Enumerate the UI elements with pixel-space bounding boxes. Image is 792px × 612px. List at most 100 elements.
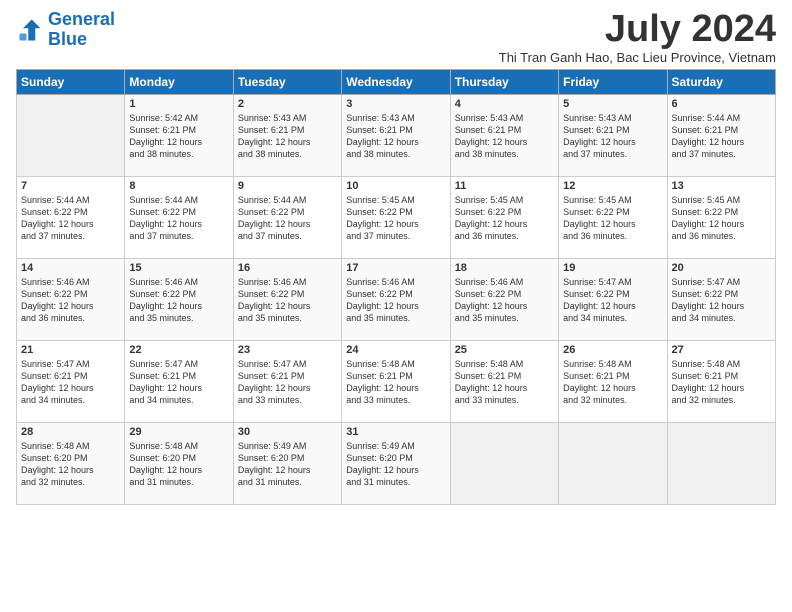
col-monday: Monday [125, 70, 233, 95]
day-number: 4 [455, 98, 554, 110]
day-number: 28 [21, 426, 120, 438]
title-block: July 2024 Thi Tran Ganh Hao, Bac Lieu Pr… [499, 10, 776, 65]
day-cell: 28 Sunrise: 5:48 AM Sunset: 6:20 PM Dayli… [17, 423, 125, 505]
day-info: Sunrise: 5:47 AM Sunset: 6:21 PM Dayligh… [129, 358, 228, 407]
day-info: Sunrise: 5:48 AM Sunset: 6:20 PM Dayligh… [21, 440, 120, 489]
day-cell: 30Sunrise: 5:49 AM Sunset: 6:20 PM Dayli… [233, 423, 341, 505]
day-info: Sunrise: 5:43 AM Sunset: 6:21 PM Dayligh… [238, 112, 337, 161]
day-number: 3 [346, 98, 445, 110]
logo-line2: Blue [48, 29, 87, 49]
day-number: 30 [238, 426, 337, 438]
day-number: 6 [672, 98, 771, 110]
day-cell: 23 Sunrise: 5:47 AM Sunset: 6:21 PM Dayli… [233, 341, 341, 423]
day-cell: 17Sunrise: 5:46 AM Sunset: 6:22 PM Dayli… [342, 259, 450, 341]
day-number: 12 [563, 180, 662, 192]
day-cell [667, 423, 775, 505]
day-number: 25 [455, 344, 554, 356]
day-info: Sunrise: 5:47 AM Sunset: 6:21 PM Dayligh… [238, 358, 337, 407]
day-number: 10 [346, 180, 445, 192]
day-cell: 21Sunrise: 5:47 AM Sunset: 6:21 PM Dayli… [17, 341, 125, 423]
day-number: 13 [672, 180, 771, 192]
day-info: Sunrise: 5:48 AM Sunset: 6:21 PM Dayligh… [455, 358, 554, 407]
week-row-5: 28 Sunrise: 5:48 AM Sunset: 6:20 PM Dayli… [17, 423, 776, 505]
day-info: Sunrise: 5:44 AM Sunset: 6:21 PM Dayligh… [672, 112, 771, 161]
day-cell: 20Sunrise: 5:47 AM Sunset: 6:22 PM Dayli… [667, 259, 775, 341]
logo: General Blue [16, 10, 115, 50]
day-cell: 25 Sunrise: 5:48 AM Sunset: 6:21 PM Dayli… [450, 341, 558, 423]
day-info: Sunrise: 5:48 AM Sunset: 6:20 PM Dayligh… [129, 440, 228, 489]
day-number: 11 [455, 180, 554, 192]
day-cell: 4 Sunrise: 5:43 AM Sunset: 6:21 PM Daylig… [450, 95, 558, 177]
day-number: 26 [563, 344, 662, 356]
week-row-3: 14Sunrise: 5:46 AM Sunset: 6:22 PM Dayli… [17, 259, 776, 341]
col-saturday: Saturday [667, 70, 775, 95]
day-cell: 16 Sunrise: 5:46 AM Sunset: 6:22 PM Dayli… [233, 259, 341, 341]
day-number: 31 [346, 426, 445, 438]
page: General Blue July 2024 Thi Tran Ganh Hao… [0, 0, 792, 612]
day-number: 5 [563, 98, 662, 110]
day-info: Sunrise: 5:48 AM Sunset: 6:21 PM Dayligh… [563, 358, 662, 407]
day-cell: 15 Sunrise: 5:46 AM Sunset: 6:22 PM Dayli… [125, 259, 233, 341]
day-cell [559, 423, 667, 505]
day-number: 22 [129, 344, 228, 356]
day-cell: 1 Sunrise: 5:42 AM Sunset: 6:21 PM Daylig… [125, 95, 233, 177]
logo-icon [16, 16, 44, 44]
day-cell: 13 Sunrise: 5:45 AM Sunset: 6:22 PM Dayli… [667, 177, 775, 259]
calendar-subtitle: Thi Tran Ganh Hao, Bac Lieu Province, Vi… [499, 50, 776, 65]
day-number: 2 [238, 98, 337, 110]
day-cell [17, 95, 125, 177]
week-row-1: 1 Sunrise: 5:42 AM Sunset: 6:21 PM Daylig… [17, 95, 776, 177]
day-number: 16 [238, 262, 337, 274]
col-wednesday: Wednesday [342, 70, 450, 95]
day-cell: 10Sunrise: 5:45 AM Sunset: 6:22 PM Dayli… [342, 177, 450, 259]
day-cell: 22 Sunrise: 5:47 AM Sunset: 6:21 PM Dayli… [125, 341, 233, 423]
day-info: Sunrise: 5:45 AM Sunset: 6:22 PM Dayligh… [672, 194, 771, 243]
calendar-title: July 2024 [499, 10, 776, 48]
header-row: Sunday Monday Tuesday Wednesday Thursday… [17, 70, 776, 95]
col-friday: Friday [559, 70, 667, 95]
day-cell: 9Sunrise: 5:44 AM Sunset: 6:22 PM Daylig… [233, 177, 341, 259]
day-cell: 19Sunrise: 5:47 AM Sunset: 6:22 PM Dayli… [559, 259, 667, 341]
day-cell: 5 Sunrise: 5:43 AM Sunset: 6:21 PM Daylig… [559, 95, 667, 177]
day-cell: 8Sunrise: 5:44 AM Sunset: 6:22 PM Daylig… [125, 177, 233, 259]
day-info: Sunrise: 5:47 AM Sunset: 6:22 PM Dayligh… [672, 276, 771, 325]
day-cell: 14Sunrise: 5:46 AM Sunset: 6:22 PM Dayli… [17, 259, 125, 341]
day-cell: 2 Sunrise: 5:43 AM Sunset: 6:21 PM Daylig… [233, 95, 341, 177]
day-cell: 24Sunrise: 5:48 AM Sunset: 6:21 PM Dayli… [342, 341, 450, 423]
day-number: 1 [129, 98, 228, 110]
day-info: Sunrise: 5:45 AM Sunset: 6:22 PM Dayligh… [563, 194, 662, 243]
day-info: Sunrise: 5:43 AM Sunset: 6:21 PM Dayligh… [346, 112, 445, 161]
day-cell [450, 423, 558, 505]
day-info: Sunrise: 5:48 AM Sunset: 6:21 PM Dayligh… [672, 358, 771, 407]
day-info: Sunrise: 5:46 AM Sunset: 6:22 PM Dayligh… [238, 276, 337, 325]
day-cell: 7Sunrise: 5:44 AM Sunset: 6:22 PM Daylig… [17, 177, 125, 259]
week-row-4: 21 Sunrise: 5:47 AM Sunset: 6:21 PM Dayli… [17, 341, 776, 423]
calendar-table: Sunday Monday Tuesday Wednesday Thursday… [16, 69, 776, 505]
col-thursday: Thursday [450, 70, 558, 95]
day-number: 7 [21, 180, 120, 192]
day-cell: 27Sunrise: 5:48 AM Sunset: 6:21 PM Dayli… [667, 341, 775, 423]
header: General Blue July 2024 Thi Tran Ganh Hao… [16, 10, 776, 65]
day-number: 24 [346, 344, 445, 356]
day-info: Sunrise: 5:49 AM Sunset: 6:20 PM Dayligh… [346, 440, 445, 489]
col-tuesday: Tuesday [233, 70, 341, 95]
day-info: Sunrise: 5:46 AM Sunset: 6:22 PM Dayligh… [455, 276, 554, 325]
day-info: Sunrise: 5:46 AM Sunset: 6:22 PM Dayligh… [129, 276, 228, 325]
day-cell: 6 Sunrise: 5:44 AM Sunset: 6:21 PM Daylig… [667, 95, 775, 177]
day-number: 21 [21, 344, 120, 356]
logo-line1: General [48, 9, 115, 29]
day-info: Sunrise: 5:45 AM Sunset: 6:22 PM Dayligh… [455, 194, 554, 243]
week-row-2: 7 Sunrise: 5:44 AM Sunset: 6:22 PM Daylig… [17, 177, 776, 259]
day-number: 18 [455, 262, 554, 274]
day-info: Sunrise: 5:44 AM Sunset: 6:22 PM Dayligh… [238, 194, 337, 243]
day-info: Sunrise: 5:43 AM Sunset: 6:21 PM Dayligh… [455, 112, 554, 161]
day-info: Sunrise: 5:42 AM Sunset: 6:21 PM Dayligh… [129, 112, 228, 161]
day-number: 23 [238, 344, 337, 356]
day-number: 8 [129, 180, 228, 192]
day-number: 29 [129, 426, 228, 438]
day-number: 15 [129, 262, 228, 274]
day-cell: 11 Sunrise: 5:45 AM Sunset: 6:22 PM Dayli… [450, 177, 558, 259]
day-info: Sunrise: 5:43 AM Sunset: 6:21 PM Dayligh… [563, 112, 662, 161]
day-cell: 29 Sunrise: 5:48 AM Sunset: 6:20 PM Dayli… [125, 423, 233, 505]
day-number: 17 [346, 262, 445, 274]
